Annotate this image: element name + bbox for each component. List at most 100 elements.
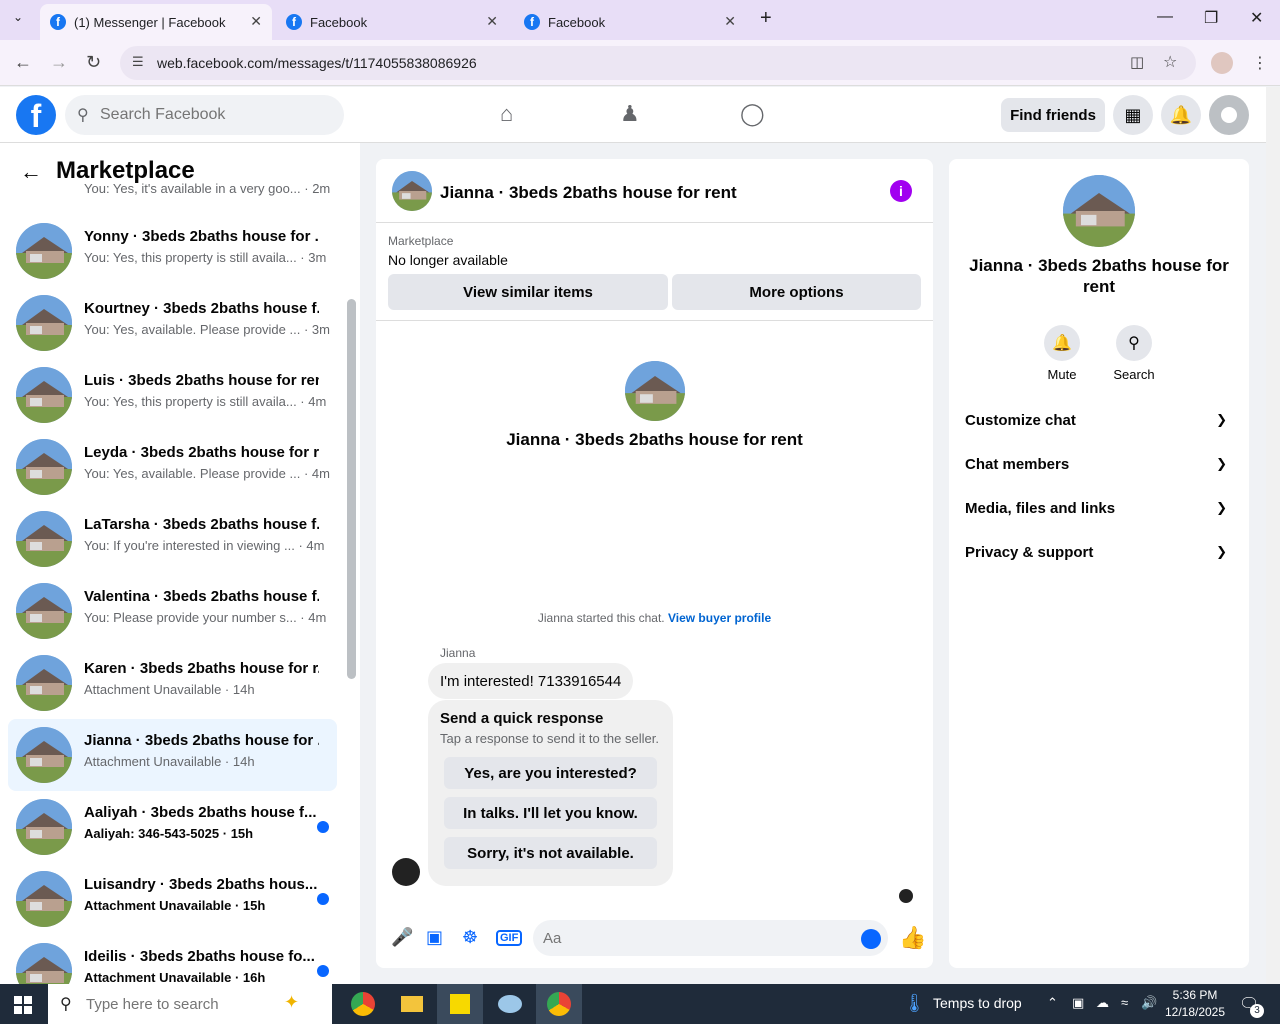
chat-list-scrollbar[interactable]: [347, 299, 356, 679]
clock-date: 12/18/2025: [1164, 1005, 1226, 1019]
taskbar-search[interactable]: ⚲ ✦: [48, 984, 332, 1024]
chat-row[interactable]: Valentina · 3beds 2baths house f... You: …: [8, 575, 337, 647]
chat-name: LaTarsha · 3beds 2baths house f...: [84, 516, 319, 533]
search-highlight-icon: ✦: [284, 992, 300, 1012]
browser-menu-icon[interactable]: ⋮: [1252, 53, 1268, 73]
sticker-icon[interactable]: ☸: [462, 927, 478, 948]
chrome-app-icon[interactable]: [340, 984, 386, 1024]
url-field[interactable]: ☰ web.facebook.com/messages/t/1174055838…: [120, 46, 1196, 80]
view-similar-items-button[interactable]: View similar items: [388, 274, 668, 310]
site-info-icon[interactable]: ☰: [132, 54, 144, 70]
onedrive-cloud-icon[interactable]: ☁: [1096, 995, 1109, 1011]
notifications-bell-icon[interactable]: 🔔: [1161, 95, 1201, 135]
system-clock[interactable]: 5:36 PM 12/18/2025: [1160, 987, 1230, 1021]
restore-icon[interactable]: ❐: [1204, 8, 1218, 28]
close-tab-icon[interactable]: ✕: [724, 13, 736, 30]
mute-button[interactable]: 🔔 Mute: [1032, 325, 1092, 382]
paint-app-icon[interactable]: [487, 984, 533, 1024]
windows-start-icon[interactable]: [14, 996, 32, 1014]
tab-search-chevron-icon[interactable]: ⌄: [13, 10, 23, 24]
chat-row[interactable]: Yonny · 3beds 2baths house for ... You: Y…: [8, 215, 337, 287]
customize-chat-section[interactable]: Customize chat ❯: [965, 402, 1233, 438]
facebook-search-input[interactable]: [100, 95, 330, 135]
chat-snippet: Aaliyah: 346-543-5025 · 15h: [84, 826, 254, 841]
conversation-header: Jianna · 3beds 2baths house for rent i: [376, 159, 933, 223]
tab-title: Facebook: [310, 14, 368, 30]
photo-icon[interactable]: ▣: [426, 927, 443, 948]
view-buyer-profile-link[interactable]: View buyer profile: [668, 611, 771, 625]
page-scrollbar[interactable]: [1266, 87, 1280, 984]
chat-row[interactable]: LaTarsha · 3beds 2baths house f... You: I…: [8, 503, 337, 575]
quick-response-in-talks-button[interactable]: In talks. I'll let you know.: [444, 797, 657, 829]
chat-name: Luisandry · 3beds 2baths hous...: [84, 876, 318, 893]
tab-messenger[interactable]: f (1) Messenger | Facebook ✕: [40, 4, 272, 40]
tab-facebook-1[interactable]: f Facebook ✕: [276, 4, 508, 40]
chat-row[interactable]: Leyda · 3beds 2baths house for r... You: …: [8, 431, 337, 503]
chat-row[interactable]: Luisandry · 3beds 2baths hous... Attachme…: [8, 863, 337, 935]
quick-response-yes-button[interactable]: Yes, are you interested?: [444, 757, 657, 789]
chat-avatar: [16, 223, 72, 279]
back-arrow-icon[interactable]: ←: [20, 159, 42, 185]
sticky-notes-icon[interactable]: [437, 984, 483, 1024]
chat-row[interactable]: Luis · 3beds 2baths house for rent You: Y…: [8, 359, 337, 431]
message-input[interactable]: [533, 920, 888, 956]
install-app-icon[interactable]: ◫: [1130, 53, 1144, 71]
forward-icon[interactable]: →: [50, 52, 68, 73]
quick-response-not-available-button[interactable]: Sorry, it's not available.: [444, 837, 657, 869]
quick-response-subtitle: Tap a response to send it to the seller.: [440, 731, 659, 746]
partial-chat-row[interactable]: You: Yes, it's available in a very goo..…: [0, 183, 340, 201]
bookmark-star-icon[interactable]: ☆: [1163, 52, 1177, 72]
gif-icon[interactable]: GIF: [496, 930, 523, 946]
reload-icon[interactable]: ↻: [86, 52, 101, 73]
file-explorer-icon[interactable]: [389, 984, 435, 1024]
conversation-avatar[interactable]: [392, 171, 432, 211]
home-icon[interactable]: ⌂: [500, 101, 513, 127]
minimize-icon[interactable]: —: [1157, 8, 1173, 26]
chat-row[interactable]: Ideilis · 3beds 2baths house fo... Attach…: [8, 935, 337, 984]
chat-avatar: [16, 439, 72, 495]
unread-dot: [317, 821, 329, 833]
media-files-links-section[interactable]: Media, files and links ❯: [965, 490, 1233, 526]
chat-snippet: You: If you're interested in viewing ...…: [84, 538, 325, 553]
meet-now-icon[interactable]: ▣: [1072, 995, 1084, 1011]
chevron-down-icon: ❯: [1216, 456, 1227, 471]
chat-row[interactable]: Kourtney · 3beds 2baths house f... You: Y…: [8, 287, 337, 359]
volume-icon[interactable]: 🔊: [1141, 995, 1157, 1011]
wifi-icon[interactable]: ≈: [1121, 995, 1128, 1010]
close-tab-icon[interactable]: ✕: [250, 13, 262, 30]
info-icon[interactable]: i: [890, 180, 912, 202]
more-options-button[interactable]: More options: [672, 274, 921, 310]
search-button[interactable]: ⚲ Search: [1104, 325, 1164, 382]
chat-members-section[interactable]: Chat members ❯: [965, 446, 1233, 482]
privacy-support-section[interactable]: Privacy & support ❯: [965, 534, 1233, 570]
account-avatar[interactable]: [1209, 95, 1249, 135]
bell-icon: 🔔: [1044, 325, 1080, 361]
weather-text[interactable]: Temps to drop: [933, 995, 1022, 1011]
chat-avatar: [16, 871, 72, 927]
emoji-icon[interactable]: [861, 929, 881, 949]
thumbs-up-icon[interactable]: 👍: [899, 925, 926, 951]
show-hidden-icons-chevron-icon[interactable]: ⌃: [1047, 995, 1058, 1011]
chrome-profile-app-icon[interactable]: [536, 984, 582, 1024]
menu-grid-icon[interactable]: ▦: [1113, 95, 1153, 135]
facebook-search[interactable]: ⚲: [65, 95, 344, 135]
message-bubble[interactable]: I'm interested! 7133916544: [428, 663, 634, 699]
profile-avatar[interactable]: [1211, 52, 1233, 74]
close-window-icon[interactable]: ✕: [1250, 8, 1263, 28]
chat-row[interactable]: Karen · 3beds 2baths house for r... Attac…: [8, 647, 337, 719]
chat-name: Ideilis · 3beds 2baths house fo...: [84, 948, 315, 965]
friends-icon[interactable]: ♟: [620, 101, 640, 127]
taskbar-search-input[interactable]: [86, 984, 266, 1024]
find-friends-button[interactable]: Find friends: [1001, 98, 1105, 132]
new-tab-icon[interactable]: +: [760, 7, 772, 30]
back-icon[interactable]: ←: [14, 52, 32, 73]
microphone-icon[interactable]: 🎤: [391, 927, 413, 948]
close-tab-icon[interactable]: ✕: [486, 13, 498, 30]
sender-avatar[interactable]: [392, 858, 420, 886]
info-avatar[interactable]: [1063, 175, 1135, 247]
chat-row[interactable]: Aaliyah · 3beds 2baths house f... Aaliyah…: [8, 791, 337, 863]
chat-row[interactable]: Jianna · 3beds 2baths house for ... Attac…: [8, 719, 337, 791]
groups-icon[interactable]: ◯: [740, 101, 765, 127]
facebook-logo-icon[interactable]: f: [16, 95, 56, 135]
tab-facebook-2[interactable]: f Facebook ✕: [514, 4, 746, 40]
